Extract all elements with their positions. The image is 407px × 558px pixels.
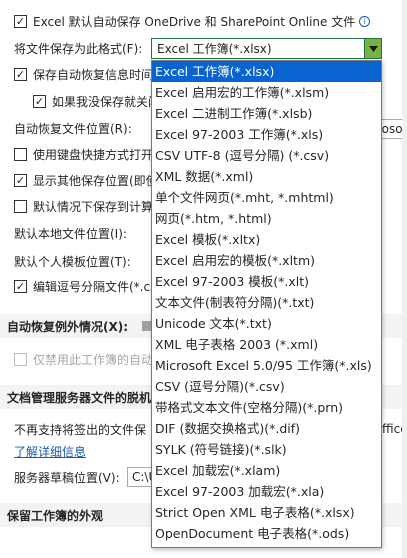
preserve-appearance-label: 保留工作簿的外观 [7, 508, 104, 523]
format-option[interactable]: Excel 启用宏的工作簿(*.xlsm) [152, 82, 381, 103]
default-save-computer-checkbox[interactable] [14, 199, 27, 213]
show-more-locations-label: 显示其他保存位置(即使 [33, 173, 158, 188]
autorecover-interval-label: 保存自动恢复信息时间 [33, 67, 154, 82]
save-format-label: 将文件保存为此格式(F): [14, 41, 143, 56]
keep-last-version-label: 如果我没保存就关闭 [52, 94, 161, 109]
format-option[interactable]: Excel 工作簿(*.xlsx) [152, 61, 381, 82]
default-save-computer-row[interactable]: 默认情况下保存到计算 [14, 195, 153, 217]
dropdown-button[interactable] [364, 39, 381, 58]
default-local-location-row: 默认本地文件位置(I): [14, 222, 127, 244]
show-more-locations-checkbox[interactable]: ✓ [14, 173, 27, 187]
disable-autorecover-checkbox[interactable] [14, 352, 27, 366]
save-format-dropdown-list[interactable]: Excel 工作簿(*.xlsx) Excel 启用宏的工作簿(*.xlsm) … [151, 60, 382, 548]
autorecover-location-row: 自动恢复文件位置(R): [14, 117, 132, 139]
disable-autorecover-row[interactable]: 仅禁用此工作簿的自动 [14, 348, 153, 370]
keep-last-version-checkbox[interactable]: ✓ [33, 94, 46, 108]
learn-more-row[interactable]: 了解详细信息 [14, 440, 86, 462]
format-option[interactable]: 网页(*.htm, *.html) [152, 208, 381, 229]
format-option[interactable]: Excel 启用宏的模板(*.xltm) [152, 250, 381, 271]
keyboard-shortcut-row[interactable]: 使用键盘快捷方式打开 [14, 143, 153, 165]
autorecover-exceptions-label: 自动恢复例外情况(X): [7, 319, 129, 334]
format-option[interactable]: 文本文件(制表符分隔)(*.txt) [152, 292, 381, 313]
keep-last-version-row[interactable]: ✓ 如果我没保存就关闭 [33, 90, 160, 112]
format-option[interactable]: 带格式文本文件(空格分隔)(*.prn) [152, 397, 381, 418]
format-option[interactable]: Excel 97-2003 模板(*.xlt) [152, 271, 381, 292]
format-option[interactable]: 单个文件网页(*.mht, *.mhtml) [152, 187, 381, 208]
format-option[interactable]: Unicode 文本(*.txt) [152, 313, 381, 334]
format-option[interactable]: XML 数据(*.xml) [152, 166, 381, 187]
format-option[interactable]: DIF (数据交换格式)(*.dif) [152, 418, 381, 439]
keyboard-shortcut-label: 使用键盘快捷方式打开 [33, 147, 154, 162]
format-option[interactable]: CSV (逗号分隔)(*.csv) [152, 376, 381, 397]
save-format-combobox[interactable]: Excel 工作簿(*.xlsx) [151, 38, 382, 59]
format-option[interactable]: Excel 加载宏(*.xlam) [152, 460, 381, 481]
server-drafts-label: 服务器草稿位置(V): [14, 470, 120, 485]
autosave-onedrive-row[interactable]: ✓ Excel 默认自动保存 OneDrive 和 SharePoint Onl… [14, 10, 371, 32]
format-option[interactable]: Excel 二进制工作簿(*.xlsb) [152, 103, 381, 124]
autorecover-interval-checkbox[interactable]: ✓ [14, 67, 27, 81]
info-icon[interactable]: i [359, 15, 371, 27]
format-option[interactable]: Excel 模板(*.xltx) [152, 229, 381, 250]
server-drafts-row: 服务器草稿位置(V): [14, 466, 120, 488]
format-option[interactable]: OpenDocument 电子表格(*.ods) [152, 523, 381, 544]
format-option[interactable]: CSV UTF-8 (逗号分隔) (*.csv) [152, 145, 381, 166]
show-more-locations-row[interactable]: ✓ 显示其他保存位置(即使 [14, 169, 158, 191]
save-format-row: 将文件保存为此格式(F): [14, 37, 142, 59]
autorecover-interval-row[interactable]: ✓ 保存自动恢复信息时间 [14, 63, 153, 85]
autosave-onedrive-checkbox[interactable]: ✓ [14, 14, 27, 28]
checked-out-text: 不再支持将签出的文件保 [14, 422, 147, 437]
autorecover-location-label: 自动恢复文件位置(R): [14, 121, 132, 136]
chevron-down-icon [368, 45, 378, 52]
keyboard-shortcut-checkbox[interactable] [14, 147, 27, 161]
scrollbar[interactable] [402, 0, 407, 558]
format-option[interactable]: XML 电子表格 2003 (*.xml) [152, 334, 381, 355]
edit-csv-checkbox[interactable]: ✓ [14, 279, 27, 293]
doc-server-section-label: 文档管理服务器文件的脱机 [7, 390, 152, 405]
default-local-location-label: 默认本地文件位置(I): [14, 226, 127, 241]
edit-csv-label: 编辑逗号分隔文件(*.csv [33, 279, 164, 294]
default-template-location-label: 默认个人模板位置(T): [14, 254, 131, 269]
learn-more-link[interactable]: 了解详细信息 [14, 443, 86, 460]
format-option[interactable]: Microsoft Excel 5.0/95 工作簿(*.xls) [152, 355, 381, 376]
checked-out-row: 不再支持将签出的文件保 [14, 418, 146, 440]
disable-autorecover-label: 仅禁用此工作簿的自动 [33, 352, 154, 367]
save-format-value: Excel 工作簿(*.xlsx) [157, 42, 272, 56]
edit-csv-row[interactable]: ✓ 编辑逗号分隔文件(*.csv [14, 275, 163, 297]
format-option[interactable]: Strict Open XML 电子表格(*.xlsx) [152, 502, 381, 523]
default-template-location-row: 默认个人模板位置(T): [14, 250, 131, 272]
format-option[interactable]: Excel 97-2003 工作簿(*.xls) [152, 124, 381, 145]
default-save-computer-label: 默认情况下保存到计算 [33, 199, 154, 214]
format-option[interactable]: SYLK (符号链接)(*.slk) [152, 439, 381, 460]
autosave-onedrive-label: Excel 默认自动保存 OneDrive 和 SharePoint Onlin… [33, 14, 356, 29]
format-option[interactable]: Excel 97-2003 加载宏(*.xla) [152, 481, 381, 502]
